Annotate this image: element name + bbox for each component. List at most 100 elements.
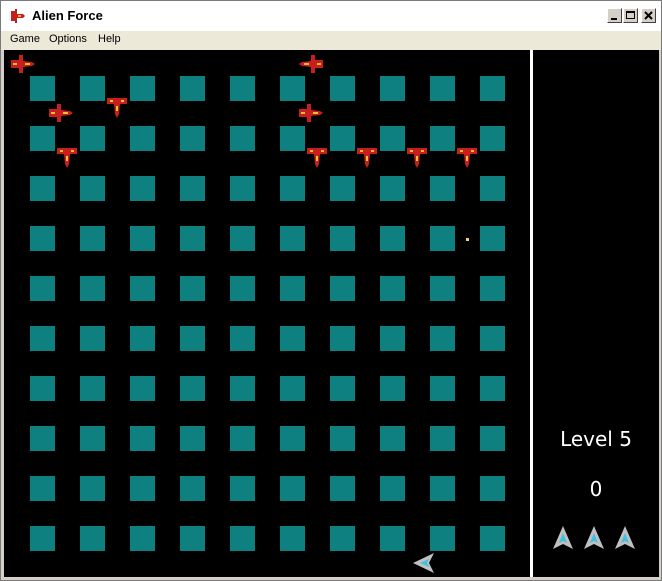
game-client-area: Level 5 0 [4, 50, 659, 577]
close-button[interactable] [641, 8, 656, 23]
grid-block [230, 276, 255, 301]
grid-block [330, 426, 355, 451]
menu-game[interactable]: Game [10, 33, 40, 45]
grid-block [230, 526, 255, 551]
grid-block [430, 476, 455, 501]
grid-block [380, 426, 405, 451]
grid-block [480, 376, 505, 401]
game-window: Alien Force Game Options Help Level 5 0 [0, 0, 662, 581]
grid-block [330, 226, 355, 251]
grid-block [30, 376, 55, 401]
grid-block [380, 526, 405, 551]
grid-block [380, 126, 405, 151]
grid-block [180, 376, 205, 401]
grid-block [480, 276, 505, 301]
alien-ship-down [107, 98, 127, 118]
grid-block [130, 476, 155, 501]
grid-block [380, 376, 405, 401]
grid-block [230, 126, 255, 151]
window-title: Alien Force [32, 8, 103, 23]
menu-options[interactable]: Options [49, 33, 87, 45]
grid-block [430, 176, 455, 201]
grid-block [330, 326, 355, 351]
status-panel: Level 5 0 [533, 50, 659, 577]
grid-block [30, 526, 55, 551]
grid-block [480, 126, 505, 151]
grid-block [30, 176, 55, 201]
grid-block [330, 526, 355, 551]
maximize-icon [626, 11, 635, 19]
grid-block [180, 276, 205, 301]
grid-block [280, 76, 305, 101]
minimize-icon [611, 18, 617, 20]
close-icon [644, 11, 653, 20]
grid-block [80, 276, 105, 301]
grid-block [80, 376, 105, 401]
alien-ship-left [11, 55, 35, 73]
playfield[interactable] [4, 50, 529, 577]
grid-block [180, 126, 205, 151]
grid-block [80, 426, 105, 451]
menu-help[interactable]: Help [98, 33, 121, 45]
score-value: 0 [589, 477, 603, 501]
grid-block [30, 226, 55, 251]
grid-block [380, 326, 405, 351]
maximize-button[interactable] [623, 8, 638, 23]
grid-block [30, 276, 55, 301]
grid-block [280, 376, 305, 401]
grid-block [230, 226, 255, 251]
grid-block [130, 176, 155, 201]
grid-block [80, 326, 105, 351]
grid-block [30, 476, 55, 501]
grid-block [480, 176, 505, 201]
grid-block [30, 76, 55, 101]
grid-block [380, 76, 405, 101]
grid-block [230, 176, 255, 201]
grid-block [430, 376, 455, 401]
grid-block [380, 176, 405, 201]
grid-block [280, 176, 305, 201]
title-bar[interactable]: Alien Force [1, 1, 661, 32]
grid-block [480, 76, 505, 101]
grid-block [430, 276, 455, 301]
grid-block [330, 176, 355, 201]
grid-block [30, 126, 55, 151]
grid-block [180, 426, 205, 451]
grid-block [280, 226, 305, 251]
player-ship[interactable] [412, 551, 436, 575]
grid-block [430, 326, 455, 351]
grid-block [380, 226, 405, 251]
grid-block [230, 76, 255, 101]
grid-block [180, 526, 205, 551]
alien-ship-right [299, 55, 323, 73]
life-ship-icon [584, 526, 604, 549]
grid-block [130, 226, 155, 251]
grid-block [280, 526, 305, 551]
grid-block [130, 426, 155, 451]
alien-ship-down [307, 148, 327, 168]
grid-block [430, 226, 455, 251]
grid-block [80, 526, 105, 551]
alien-bullet [466, 238, 469, 241]
grid-block [280, 326, 305, 351]
grid-block [230, 326, 255, 351]
grid-block [280, 276, 305, 301]
grid-block [430, 526, 455, 551]
grid-block [280, 426, 305, 451]
grid-block [430, 426, 455, 451]
grid-block [180, 476, 205, 501]
life-ship-icon [615, 526, 635, 549]
grid-block [430, 126, 455, 151]
grid-block [330, 376, 355, 401]
grid-block [430, 76, 455, 101]
grid-block [330, 126, 355, 151]
grid-block [230, 376, 255, 401]
grid-block [130, 526, 155, 551]
alien-ship-icon [11, 9, 25, 23]
grid-block [330, 76, 355, 101]
alien-ship-down [407, 148, 427, 168]
grid-block [130, 126, 155, 151]
grid-block [180, 326, 205, 351]
minimize-button[interactable] [607, 8, 622, 23]
life-ship-icon [553, 526, 573, 549]
